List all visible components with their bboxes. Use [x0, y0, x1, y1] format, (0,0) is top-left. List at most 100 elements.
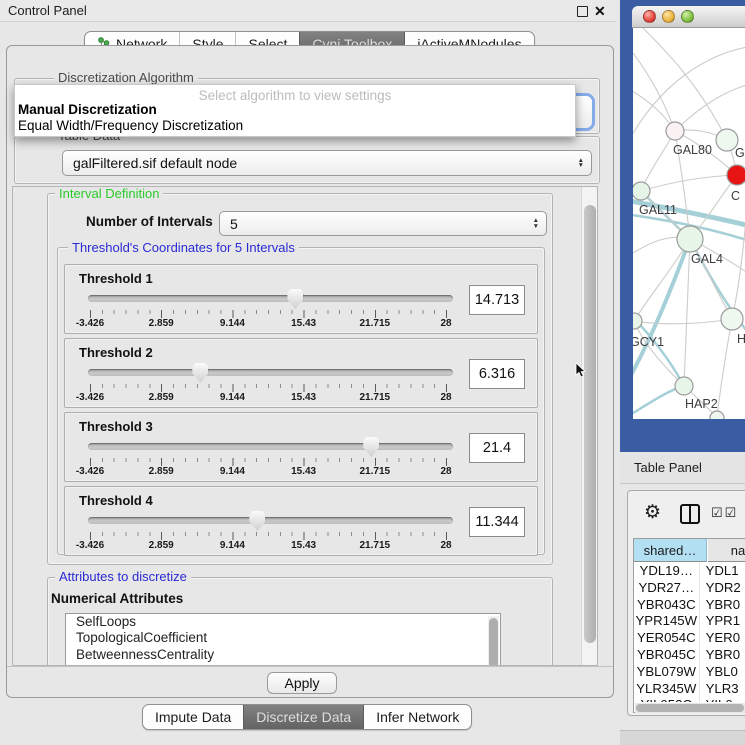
threshold-2-value-field[interactable] [469, 359, 525, 389]
slider-tick-label: 15.43 [291, 540, 316, 551]
scrollbar-thumb[interactable] [636, 704, 744, 712]
tab-infer-network[interactable]: Infer Network [363, 705, 471, 729]
cell-shared-name[interactable]: YBL079W [634, 664, 700, 681]
table-row[interactable]: YLR345WYLR3 [634, 681, 745, 698]
table-row[interactable]: YPR145WYPR1 [634, 613, 745, 630]
cell-shared-name[interactable]: YDL19… [634, 563, 700, 580]
scrollbar-thumb[interactable] [489, 618, 498, 666]
slider-track[interactable] [88, 369, 453, 376]
cell-name[interactable]: YLR3 [700, 681, 745, 698]
gear-icon[interactable]: ⚙ [644, 501, 661, 524]
slider-thumb[interactable] [287, 289, 303, 309]
cell-name[interactable]: YDR2 [700, 580, 745, 597]
cell-name[interactable]: YBL0 [700, 664, 745, 681]
thresholds-group-label: Threshold's Coordinates for 5 Intervals [68, 241, 299, 255]
threshold-4-panel: Threshold 4 -3.4262.8599.14415.4321.7152… [64, 486, 538, 556]
threshold-3-panel: Threshold 3 -3.4262.8599.14415.4321.7152… [64, 412, 538, 482]
threshold-3-value-field[interactable] [469, 433, 525, 463]
network-node[interactable] [633, 182, 650, 200]
table-row[interactable]: YER054CYER0 [634, 630, 745, 647]
table-row[interactable]: YBR043CYBR0 [634, 597, 745, 614]
network-node-label: GAL4 [691, 252, 723, 266]
network-node[interactable] [721, 308, 743, 330]
slider-tick-labels: -3.4262.8599.14415.4321.71528 [90, 540, 447, 553]
cell-name[interactable]: YBR0 [700, 597, 745, 614]
table-data-combobox[interactable]: galFiltered.sif default node ▲▼ [62, 150, 592, 176]
slider-tick-label: 2.859 [149, 392, 174, 403]
scrollbar-thumb[interactable] [584, 205, 596, 643]
slider-thumb[interactable] [249, 511, 265, 531]
control-panel-title: Control Panel [0, 3, 87, 18]
slider-tick-label: 2.859 [149, 318, 174, 329]
slider-major-ticks [90, 458, 448, 466]
traffic-light-zoom-icon[interactable] [681, 10, 694, 23]
slider-major-ticks [90, 310, 448, 318]
cell-name[interactable]: YER0 [700, 630, 745, 647]
cell-name[interactable]: YIL0 [700, 697, 745, 702]
algorithm-option-equal-width[interactable]: Equal Width/Frequency Discretization [15, 118, 575, 134]
settings-vertical-scrollbar[interactable] [581, 187, 598, 665]
table-row[interactable]: YIL052CYIL0 [634, 697, 745, 702]
cell-name[interactable]: YPR1 [700, 613, 745, 630]
network-node[interactable] [677, 226, 703, 252]
attribute-list-item[interactable]: BetweennessCentrality [66, 647, 500, 663]
numerical-attributes-list[interactable]: SelfLoopsTopologicalCoefficientBetweenne… [65, 613, 501, 666]
slider-track[interactable] [88, 295, 453, 302]
tab-impute-data[interactable]: Impute Data [143, 705, 243, 729]
network-canvas[interactable]: GAL80GACGAL11GAL4GCY1HHAP2 [633, 28, 745, 419]
attributes-scrollbar[interactable] [488, 616, 499, 666]
discretization-algorithm-group-label: Discretization Algorithm [54, 71, 198, 85]
slider-track[interactable] [88, 443, 453, 450]
attributes-group-label: Attributes to discretize [55, 570, 191, 584]
traffic-light-close-icon[interactable] [643, 10, 656, 23]
checkbox-icons[interactable]: ☑☑ [711, 505, 738, 521]
cell-name[interactable]: YBR0 [700, 647, 745, 664]
network-node-label: H [737, 332, 745, 346]
apply-button[interactable]: Apply [267, 672, 337, 694]
column-split-icon[interactable] [679, 503, 701, 525]
number-of-intervals-combobox[interactable]: 5 ▲▼ [219, 211, 547, 236]
threshold-1-value-field[interactable] [469, 285, 525, 315]
traffic-light-minimize-icon[interactable] [662, 10, 675, 23]
table-row[interactable]: YDL19…YDL1 [634, 563, 745, 580]
algorithm-prompt-item[interactable]: Select algorithm to view settings [15, 85, 575, 102]
slider-major-ticks [90, 384, 448, 392]
table-horizontal-scrollbar[interactable] [635, 703, 745, 713]
cell-shared-name[interactable]: YLR345W [634, 681, 700, 698]
table-row[interactable]: YBR045CYBR0 [634, 647, 745, 664]
number-of-intervals-label: Number of Intervals [86, 214, 213, 229]
column-header-shared-name[interactable]: shared… [634, 539, 707, 562]
float-window-icon[interactable] [577, 6, 588, 17]
table-row[interactable]: YBL079WYBL0 [634, 664, 745, 681]
network-node-label: GAL80 [673, 143, 712, 157]
apply-button-label: Apply [284, 675, 319, 691]
control-panel-titlebar: Control Panel [0, 0, 616, 22]
network-node[interactable] [727, 165, 745, 185]
threshold-4-value-field[interactable] [469, 507, 525, 537]
slider-tick-label: 9.144 [220, 540, 245, 551]
network-node[interactable] [666, 122, 684, 140]
slider-track[interactable] [88, 517, 453, 524]
table-data-selected: galFiltered.sif default node [73, 155, 237, 171]
cell-name[interactable]: YDL1 [700, 563, 745, 580]
network-node[interactable] [710, 411, 724, 419]
node-attribute-table[interactable]: shared… na YDL19…YDL1YDR27…YDR2YBR043CYB… [633, 538, 745, 713]
cell-shared-name[interactable]: YDR27… [634, 580, 700, 597]
column-header-name[interactable]: na [708, 539, 745, 562]
cell-shared-name[interactable]: YPR145W [634, 613, 700, 630]
mouse-cursor [575, 363, 586, 378]
network-node[interactable] [675, 377, 693, 395]
close-icon[interactable]: ✕ [594, 3, 606, 20]
cell-shared-name[interactable]: YBR043C [634, 597, 700, 614]
cell-shared-name[interactable]: YER054C [634, 630, 700, 647]
table-row[interactable]: YDR27…YDR2 [634, 580, 745, 597]
tab-discretize-data[interactable]: Discretize Data [243, 705, 363, 729]
attribute-list-item[interactable]: SelfLoops [66, 614, 500, 630]
attribute-list-item[interactable]: TopologicalCoefficient [66, 630, 500, 646]
slider-thumb[interactable] [192, 363, 208, 383]
slider-thumb[interactable] [363, 437, 379, 457]
cell-shared-name[interactable]: YBR045C [634, 647, 700, 664]
slider-tick-label: 15.43 [291, 466, 316, 477]
cell-shared-name[interactable]: YIL052C [634, 697, 700, 702]
algorithm-option-manual[interactable]: Manual Discretization [15, 102, 575, 118]
